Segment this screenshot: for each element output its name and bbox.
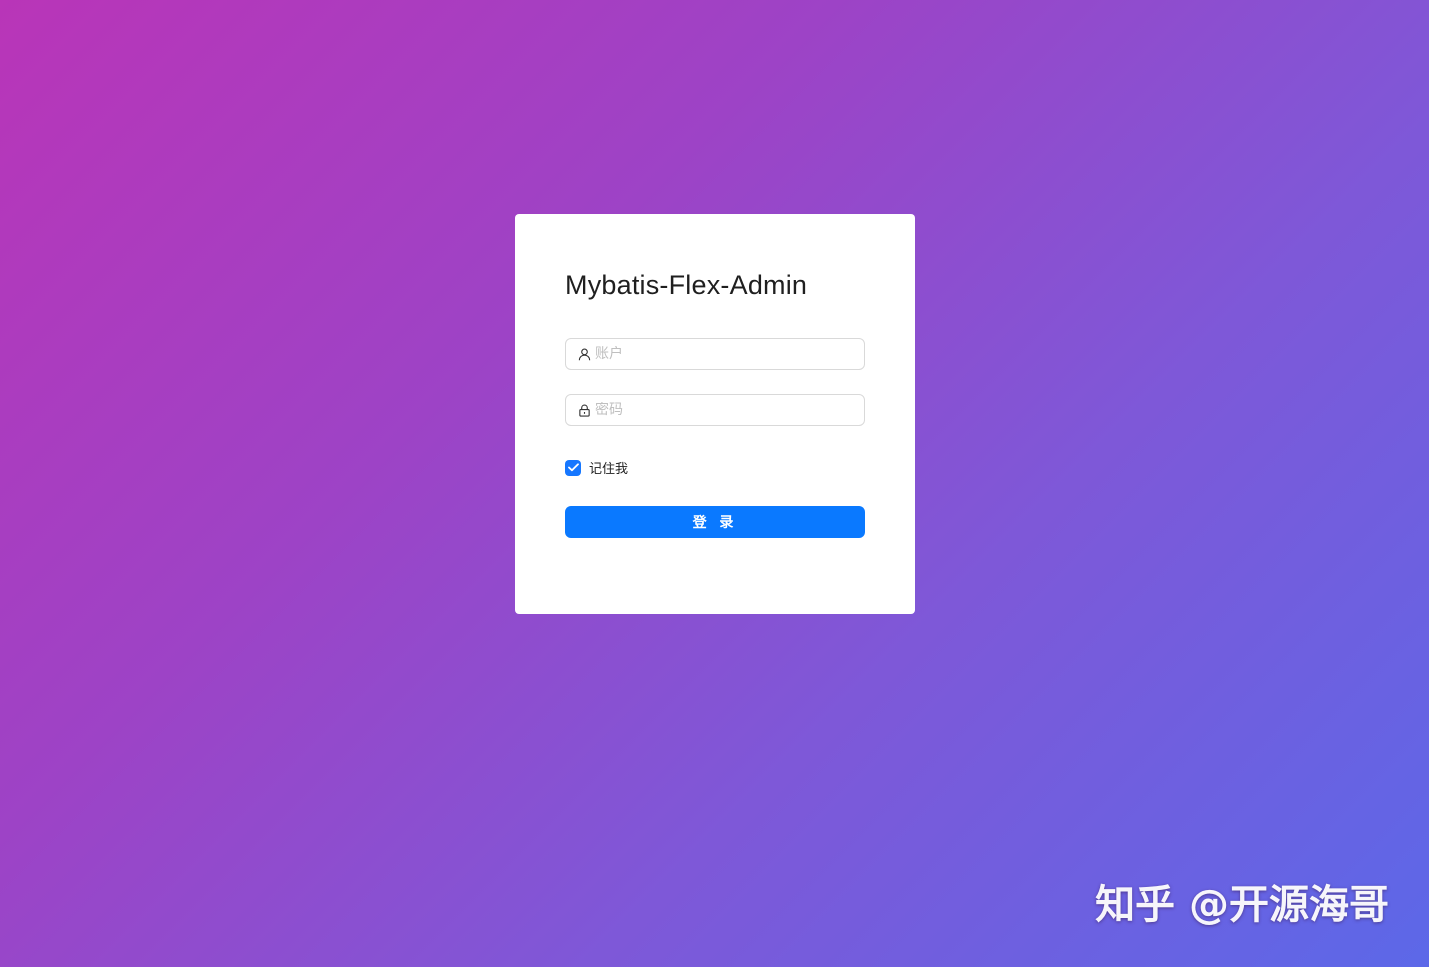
watermark: 知乎 @开源海哥 — [1095, 882, 1389, 928]
account-field[interactable] — [565, 338, 865, 370]
lock-icon — [577, 403, 591, 417]
remember-me-label: 记住我 — [589, 462, 629, 477]
login-card: Mybatis-Flex-Admin 记住我 登 录 — [515, 214, 915, 614]
password-input[interactable] — [595, 402, 853, 418]
remember-me-checkbox[interactable]: 记住我 — [565, 458, 628, 477]
user-icon — [577, 347, 591, 361]
checkbox-checked-icon[interactable] — [565, 459, 581, 476]
login-button[interactable]: 登 录 — [565, 506, 865, 538]
password-field[interactable] — [565, 394, 865, 426]
account-input[interactable] — [595, 346, 853, 362]
page-title: Mybatis-Flex-Admin — [565, 270, 808, 300]
